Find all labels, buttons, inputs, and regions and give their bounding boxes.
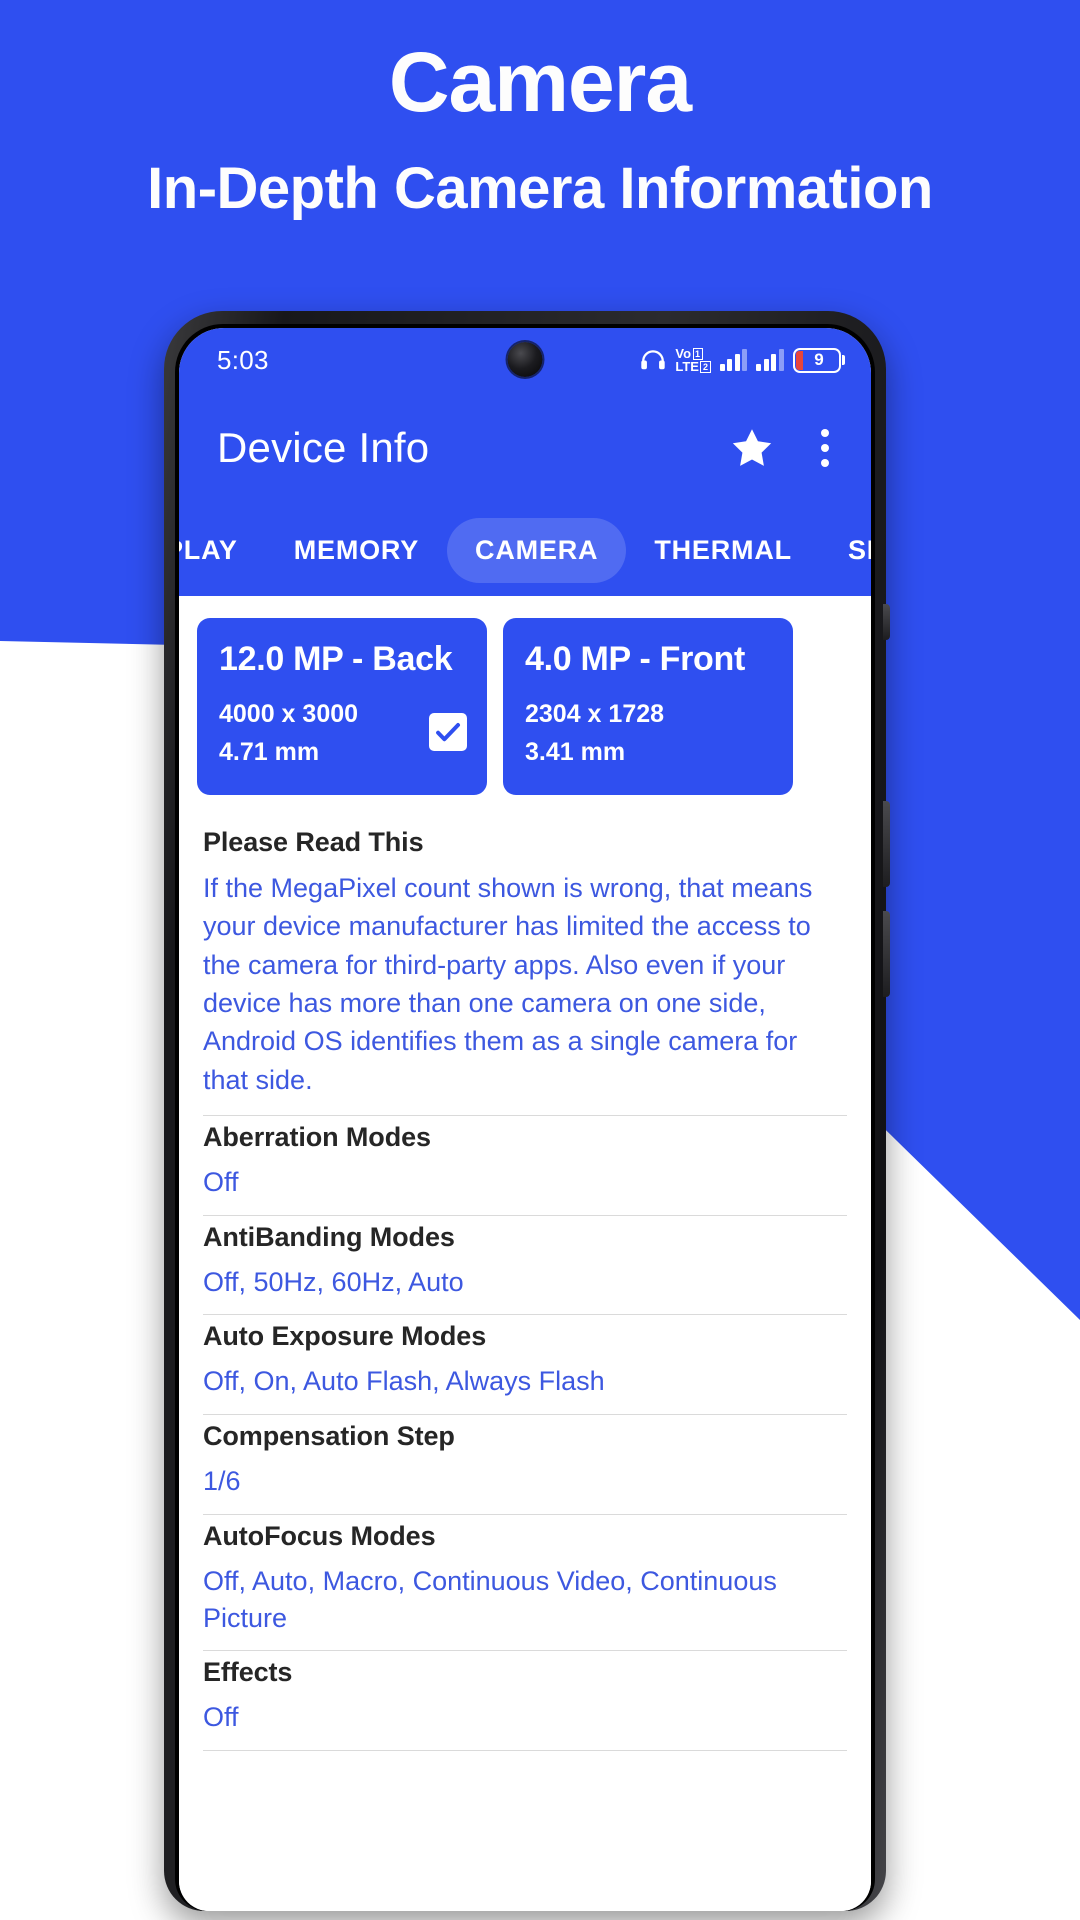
promo-screenshot: Camera In-Depth Camera Information 5:03: [0, 0, 1080, 1920]
detail-label: Effects: [203, 1657, 293, 1688]
kebab-menu-icon[interactable]: [813, 425, 837, 471]
promo-subtitle: In-Depth Camera Information: [147, 156, 933, 221]
battery-level-label: 9: [814, 350, 824, 369]
detail-value: 1/6: [203, 1466, 241, 1497]
status-bar: 5:03 Vo 1 LTE 2 9: [179, 328, 871, 392]
camera-card-focal-length: 3.41 mm: [525, 738, 626, 766]
tab-play[interactable]: PLAY: [179, 518, 266, 583]
volte-icon: Vo 1 LTE 2: [675, 347, 711, 374]
list-item[interactable]: Effects Off: [179, 1651, 871, 1750]
tab-camera[interactable]: CAMERA: [447, 517, 627, 583]
camera-card-back[interactable]: 12.0 MP - Back 4000 x 3000 4.71 mm: [197, 618, 487, 795]
status-bar-icons: Vo 1 LTE 2 9: [640, 347, 845, 373]
battery-icon: 9: [792, 347, 845, 373]
detail-label: Aberration Modes: [203, 1121, 431, 1152]
camera-content: 12.0 MP - Back 4000 x 3000 4.71 mm 4.0 M…: [179, 596, 871, 1911]
camera-card-title: 12.0 MP - Back: [219, 640, 453, 678]
front-camera-icon: [507, 342, 543, 377]
detail-value: Off, On, Auto Flash, Always Flash: [203, 1366, 605, 1397]
promo-title: Camera: [388, 35, 692, 129]
list-item[interactable]: AntiBanding Modes Off, 50Hz, 60Hz, Auto: [179, 1216, 871, 1315]
list-item[interactable]: Compensation Step 1/6: [179, 1415, 871, 1514]
signal-bars-icon-sim1: [719, 349, 747, 371]
tab-sensors[interactable]: SEN: [820, 518, 871, 583]
volte-sim1-badge: 1: [692, 347, 703, 360]
divider: [203, 1750, 847, 1751]
list-item[interactable]: Auto Exposure Modes Off, On, Auto Flash,…: [179, 1315, 871, 1414]
detail-value: Off, 50Hz, 60Hz, Auto: [203, 1266, 464, 1297]
list-item[interactable]: AutoFocus Modes Off, Auto, Macro, Contin…: [179, 1515, 871, 1650]
check-icon: [429, 713, 467, 751]
camera-card-list[interactable]: 12.0 MP - Back 4000 x 3000 4.71 mm 4.0 M…: [179, 618, 871, 795]
star-icon[interactable]: [729, 425, 775, 471]
tab-memory[interactable]: MEMORY: [266, 518, 447, 583]
detail-label: Please Read This: [203, 827, 424, 857]
detail-label: Auto Exposure Modes: [203, 1321, 487, 1352]
detail-label: AntiBanding Modes: [203, 1221, 455, 1252]
detail-value: Off: [203, 1166, 239, 1197]
detail-label: AutoFocus Modes: [203, 1520, 436, 1551]
phone-power-button: [883, 911, 890, 997]
detail-value: If the MegaPixel count shown is wrong, t…: [203, 873, 813, 1095]
headset-icon: [641, 350, 666, 370]
signal-bars-icon-sim2: [756, 349, 784, 371]
phone-mockup: 5:03 Vo 1 LTE 2 9 Device Info LAY MEMORY…: [164, 311, 890, 1911]
camera-detail-list: Please Read This If the MegaPixel count …: [179, 821, 871, 1751]
status-bar-clock: 5:03: [217, 344, 269, 375]
phone-bezel: 5:03 Vo 1 LTE 2 9 Device Info LAY MEMORY…: [175, 324, 875, 1911]
tab-thermal[interactable]: THERMAL: [626, 518, 820, 583]
detail-label: Compensation Step: [203, 1421, 455, 1452]
phone-volume-button: [883, 801, 890, 887]
check-icon-glyph: [436, 723, 461, 742]
app-bar-actions: [729, 425, 837, 471]
tab-bar[interactable]: PLAY MEMORY CAMERA THERMAL SEN: [179, 504, 871, 596]
phone-side-button-top: [883, 604, 890, 640]
app-title: Device Info: [217, 424, 430, 471]
camera-card-front[interactable]: 4.0 MP - Front 2304 x 1728 3.41 mm: [503, 618, 793, 795]
volte-label-bottom: LTE: [675, 359, 699, 374]
list-item[interactable]: Aberration Modes Off: [179, 1116, 871, 1215]
detail-value: Off: [203, 1702, 239, 1733]
phone-screen: 5:03 Vo 1 LTE 2 9 Device Info LAY MEMORY…: [179, 328, 871, 1911]
camera-card-resolution: 2304 x 1728: [525, 700, 665, 728]
detail-value: Off, Auto, Macro, Continuous Video, Cont…: [203, 1565, 777, 1633]
camera-card-title: 4.0 MP - Front: [525, 640, 745, 678]
list-item[interactable]: Please Read This If the MegaPixel count …: [179, 821, 871, 1115]
app-bar: Device Info: [179, 392, 871, 504]
volte-sim2-badge: 2: [700, 360, 711, 373]
